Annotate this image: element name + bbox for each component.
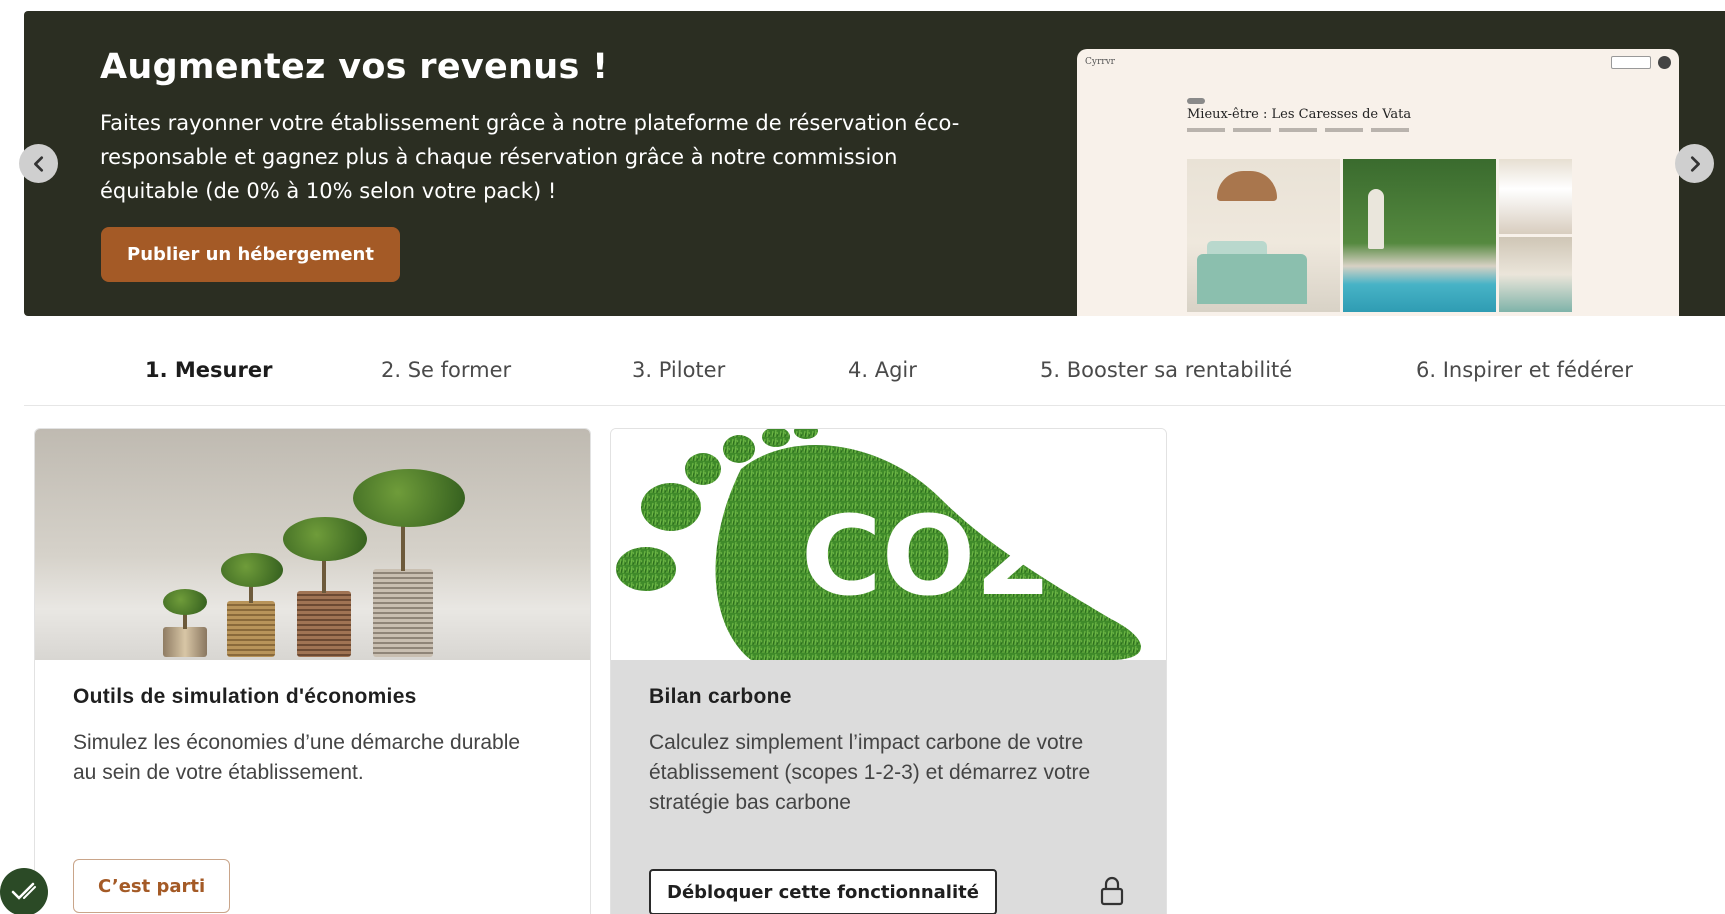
- unlock-feature-button[interactable]: Débloquer cette fonctionnalité: [649, 869, 997, 914]
- coins-trees-image: [35, 429, 590, 660]
- banner-description: Faites rayonner votre établissement grâc…: [100, 111, 960, 203]
- preview-photo-room: [1499, 159, 1572, 234]
- co2-text: CO2: [801, 492, 1052, 620]
- preview-photo-bedroom: [1187, 159, 1340, 312]
- checkmark-badge-icon: [11, 882, 36, 900]
- card-carbon-footprint: CO2 Bilan carbone Calculez simplement l’…: [610, 428, 1167, 914]
- chevron-left-icon: [33, 155, 43, 172]
- preview-photo-pool: [1343, 159, 1496, 312]
- chevron-right-icon: [1690, 155, 1700, 172]
- publish-listing-button[interactable]: Publier un hébergement: [101, 227, 400, 282]
- tab-se-former[interactable]: 2. Se former: [381, 358, 511, 382]
- card-simulation-tools: Outils de simulation d'économies Simulez…: [34, 428, 591, 914]
- preview-logo: Cyrrvr: [1085, 57, 1115, 67]
- carousel-prev-button[interactable]: [19, 144, 58, 183]
- co2-footprint-graphic: CO2: [616, 429, 1141, 660]
- carousel-next-button[interactable]: [1675, 144, 1714, 183]
- lock-icon: [1100, 876, 1124, 906]
- checkmark-badge[interactable]: [0, 868, 48, 914]
- category-tabs: 1. Mesurer 2. Se former 3. Piloter 4. Ag…: [24, 346, 1725, 406]
- website-preview-image: Cyrrvr Mieux-être : Les Caresses de Vata: [1077, 49, 1679, 316]
- preview-photo-room: [1499, 237, 1572, 312]
- preview-listing-title: Mieux-être : Les Caresses de Vata: [1187, 107, 1412, 122]
- preview-tag: [1187, 98, 1205, 104]
- banner-title: Augmentez vos revenus !: [100, 47, 609, 87]
- preview-meta-line: [1187, 128, 1417, 132]
- card-description: Simulez les économies d’une démarche dur…: [73, 731, 521, 784]
- start-button[interactable]: C’est parti: [73, 859, 231, 913]
- card-description: Calculez simplement l’impact carbone de …: [649, 731, 1091, 814]
- co2-footprint-image: CO2: [611, 429, 1166, 660]
- preview-login-button: [1611, 56, 1651, 69]
- preview-avatar: [1658, 56, 1671, 69]
- card-title: Outils de simulation d'économies: [73, 685, 417, 708]
- tab-mesurer[interactable]: 1. Mesurer: [145, 358, 272, 382]
- promo-banner: Augmentez vos revenus ! Faites rayonner …: [24, 11, 1725, 316]
- tab-booster[interactable]: 5. Booster sa rentabilité: [1040, 358, 1292, 382]
- tab-inspirer[interactable]: 6. Inspirer et fédérer: [1416, 358, 1633, 382]
- tab-agir[interactable]: 4. Agir: [848, 358, 917, 382]
- tab-piloter[interactable]: 3. Piloter: [632, 358, 725, 382]
- card-title: Bilan carbone: [649, 685, 792, 708]
